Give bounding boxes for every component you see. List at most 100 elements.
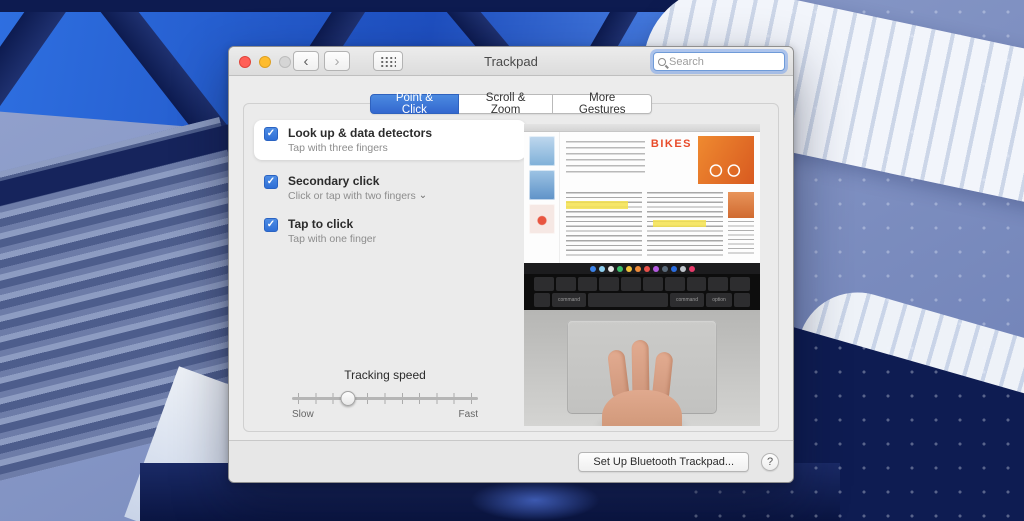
demo-page-title: BIKES	[651, 138, 692, 150]
demo-key	[534, 293, 550, 307]
setting-subtitle-text: Click or tap with two fingers	[288, 190, 416, 202]
dock-app-icon	[617, 266, 623, 272]
demo-right-column	[728, 192, 754, 256]
forward-icon: ›	[335, 53, 340, 70]
demo-webpage: BIKES	[524, 132, 760, 263]
keyboard-row: command command option	[534, 293, 750, 307]
show-all-grid-icon	[380, 56, 396, 67]
set-up-bluetooth-trackpad-button[interactable]: Set Up Bluetooth Trackpad...	[578, 452, 749, 472]
demo-key	[734, 293, 750, 307]
window-titlebar: ‹ › Trackpad	[229, 47, 793, 76]
checkmark-icon: ✓	[267, 220, 275, 230]
titlebar-navigation: ‹ ›	[293, 51, 403, 71]
demo-option-key: option	[706, 293, 732, 307]
demo-command-key: command	[552, 293, 586, 307]
search-input[interactable]	[669, 56, 780, 68]
demo-browser-toolbar	[524, 124, 760, 132]
slider-min-label: Slow	[292, 409, 314, 420]
demo-hand	[592, 336, 692, 426]
dock-app-icon	[635, 266, 641, 272]
setting-subtitle-text: Tap with three fingers	[288, 142, 388, 154]
demo-key	[534, 277, 554, 291]
back-button[interactable]: ‹	[293, 51, 319, 71]
dock-app-icon	[626, 266, 632, 272]
tracking-speed-slider[interactable]	[292, 389, 478, 407]
demo-key	[621, 277, 641, 291]
tracking-speed-control: Tracking speed Slow Fast	[292, 368, 478, 420]
setting-subtitle-text: Tap with one finger	[288, 233, 376, 245]
dock-app-icon	[671, 266, 677, 272]
tab-more-gestures[interactable]: More Gestures	[553, 94, 652, 114]
demo-text-columns	[566, 192, 754, 256]
dock-app-icon	[599, 266, 605, 272]
background-shape	[0, 0, 720, 12]
gesture-demo-video: BIKES	[524, 124, 760, 426]
secondary-click-checkbox[interactable]: ✓	[264, 175, 278, 189]
setting-text: Secondary click Click or tap with two fi…	[288, 174, 427, 202]
demo-highlight	[566, 201, 628, 209]
dock-app-icon	[689, 266, 695, 272]
demo-page-main: BIKES	[560, 132, 760, 263]
setting-row-tap-to-click[interactable]: ✓ Tap to click Tap with one finger	[254, 211, 526, 251]
tab-bar: Point & Click Scroll & Zoom More Gesture…	[370, 94, 652, 114]
demo-thumbnail	[529, 204, 555, 234]
keyboard-row	[534, 277, 750, 291]
dock-app-icon	[644, 266, 650, 272]
traffic-lights	[239, 56, 291, 68]
tracking-speed-knob[interactable]	[340, 391, 355, 406]
tap-to-click-checkbox[interactable]: ✓	[264, 218, 278, 232]
demo-palm	[602, 390, 682, 426]
zoom-button	[279, 56, 291, 68]
window-footer: Set Up Bluetooth Trackpad... ?	[229, 440, 793, 482]
dock-app-icon	[680, 266, 686, 272]
window-content: ✓ Look up & data detectors Tap with thre…	[229, 76, 793, 440]
demo-key	[730, 277, 750, 291]
slider-labels: Slow Fast	[292, 409, 478, 420]
settings-pane: ✓ Look up & data detectors Tap with thre…	[243, 103, 779, 432]
demo-key	[708, 277, 728, 291]
setting-row-secondary-click[interactable]: ✓ Secondary click Click or tap with two …	[254, 168, 526, 208]
back-icon: ‹	[304, 53, 309, 70]
setting-title: Look up & data detectors	[288, 126, 432, 140]
trackpad-preferences-window: ‹ › Trackpad ✓ Look up & data detectors …	[228, 46, 794, 483]
tab-scroll-and-zoom[interactable]: Scroll & Zoom	[459, 94, 554, 114]
tab-point-and-click[interactable]: Point & Click	[370, 94, 459, 114]
demo-page-sidebar	[524, 132, 560, 263]
demo-text-lines	[728, 221, 754, 256]
slider-track	[292, 397, 478, 400]
demo-key	[556, 277, 576, 291]
setting-row-lookup[interactable]: ✓ Look up & data detectors Tap with thre…	[254, 120, 526, 160]
slider-max-label: Fast	[459, 409, 478, 420]
demo-highlight	[653, 220, 706, 227]
forward-button[interactable]: ›	[324, 51, 350, 71]
background-shape	[470, 479, 600, 521]
demo-key	[665, 277, 685, 291]
minimize-button[interactable]	[259, 56, 271, 68]
show-all-button[interactable]	[373, 51, 403, 71]
demo-text-lines	[566, 141, 645, 175]
help-button[interactable]: ?	[761, 453, 779, 471]
dock-app-icon	[608, 266, 614, 272]
demo-bike-photo	[698, 136, 754, 184]
chevron-down-icon[interactable]: ⌄	[419, 192, 427, 200]
demo-spacebar	[588, 293, 668, 307]
lookup-checkbox[interactable]: ✓	[264, 127, 278, 141]
demo-page-header: BIKES	[566, 136, 754, 188]
demo-thumbnail	[529, 136, 555, 166]
demo-macbook-screen: BIKES	[524, 124, 760, 274]
checkmark-icon: ✓	[267, 129, 275, 139]
setting-subtitle: Click or tap with two fingers ⌄	[288, 190, 427, 202]
search-icon	[658, 58, 666, 66]
demo-dock	[524, 263, 760, 274]
demo-key	[599, 277, 619, 291]
demo-command-key: command	[670, 293, 704, 307]
setting-subtitle: Tap with one finger	[288, 233, 376, 245]
setting-text: Look up & data detectors Tap with three …	[288, 126, 432, 154]
demo-text-column	[566, 192, 642, 256]
close-button[interactable]	[239, 56, 251, 68]
dock-app-icon	[653, 266, 659, 272]
checkmark-icon: ✓	[267, 177, 275, 187]
search-field[interactable]	[653, 52, 785, 71]
setting-subtitle: Tap with three fingers	[288, 142, 432, 154]
demo-keyboard: command command option	[524, 274, 760, 310]
